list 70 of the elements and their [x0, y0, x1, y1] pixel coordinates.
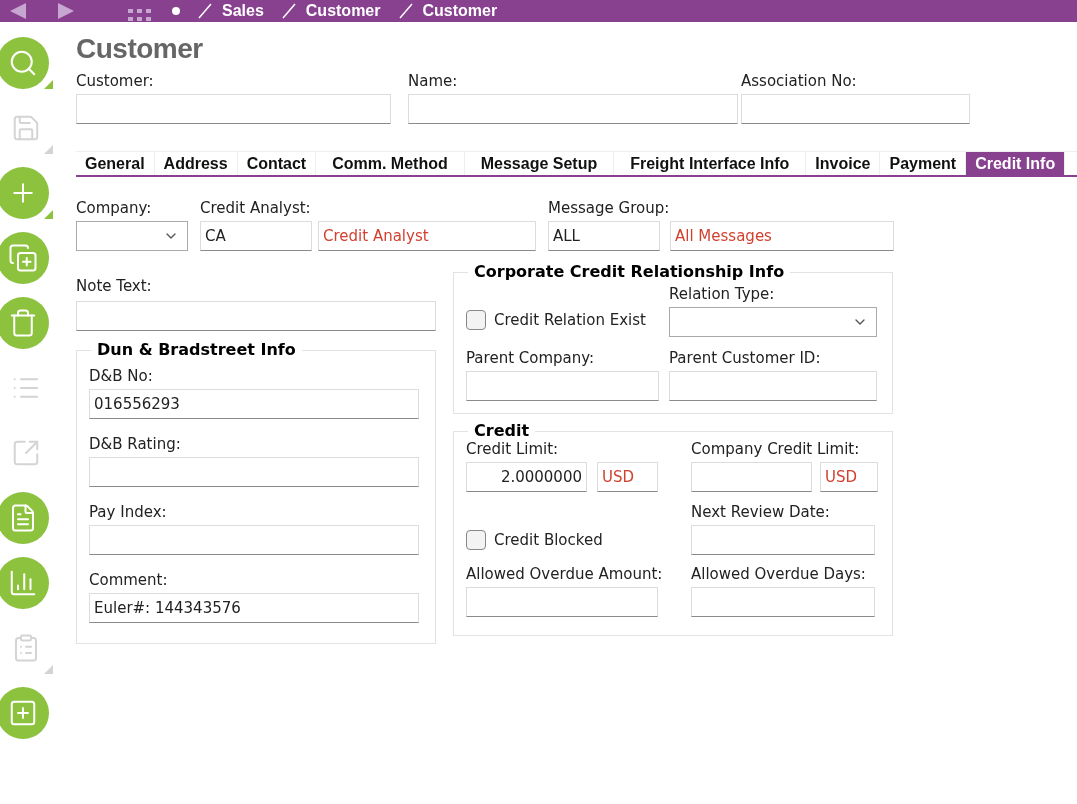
- grid-icon[interactable]: [128, 9, 152, 21]
- text-field[interactable]: [466, 587, 658, 617]
- page-title: Customer: [76, 34, 204, 64]
- separator-icon: [281, 3, 296, 19]
- checkbox-label: Credit Relation Exist: [494, 310, 646, 331]
- field-label: Association No:: [741, 72, 858, 90]
- text-field[interactable]: 2.0000000: [466, 462, 587, 492]
- checkbox[interactable]: [466, 310, 486, 331]
- toolbar-button[interactable]: [0, 36, 49, 89]
- text-field[interactable]: ALL: [548, 221, 660, 251]
- forward-arrow-icon[interactable]: [58, 3, 76, 19]
- text-field[interactable]: All Messages: [670, 221, 894, 251]
- text-field[interactable]: [741, 94, 970, 124]
- back-arrow-icon[interactable]: [8, 3, 26, 19]
- field-label: Company:: [76, 199, 153, 217]
- field-label: D&B No:: [89, 367, 154, 385]
- breadcrumb-link[interactable]: Customer: [422, 0, 498, 23]
- copy-icon: [8, 242, 38, 273]
- section-title: Credit: [473, 422, 531, 440]
- separator-icon: [198, 3, 212, 19]
- field-label: Parent Customer ID:: [669, 349, 822, 367]
- field-label: Company Credit Limit:: [691, 440, 861, 458]
- field-label: Message Group:: [548, 199, 671, 217]
- text-field[interactable]: Euler#: 144343576: [89, 593, 419, 623]
- checkbox-label: Credit Blocked: [494, 530, 603, 551]
- dot-icon: [172, 7, 180, 15]
- section-title: Dun & Bradstreet Info: [96, 341, 297, 359]
- field-label: Allowed Overdue Days:: [691, 565, 867, 583]
- field-label: Customer:: [76, 72, 155, 90]
- field-label: Next Review Date:: [691, 503, 831, 521]
- text-field[interactable]: [691, 587, 875, 617]
- text-field[interactable]: [466, 371, 659, 401]
- toolbar-button[interactable]: [0, 296, 49, 349]
- breadcrumb-link[interactable]: Customer: [305, 0, 381, 23]
- trash-icon: [8, 307, 38, 338]
- text-field[interactable]: [89, 525, 419, 555]
- field-label: Credit Analyst:: [200, 199, 312, 217]
- toolbar-button[interactable]: [0, 556, 49, 609]
- field-label: Name:: [408, 72, 459, 90]
- toolbar-button[interactable]: [0, 166, 49, 219]
- text-field[interactable]: [669, 371, 877, 401]
- field-label: D&B Rating:: [89, 435, 182, 453]
- field-label: Pay Index:: [89, 503, 168, 521]
- field-label: Allowed Overdue Amount:: [466, 565, 664, 583]
- text-field[interactable]: [76, 301, 436, 331]
- text-field[interactable]: [89, 457, 419, 487]
- tab[interactable]: Credit Info: [966, 152, 1066, 175]
- toolbar-button[interactable]: [0, 686, 49, 739]
- breadcrumb-link[interactable]: Sales: [222, 0, 264, 23]
- text-field[interactable]: [76, 94, 391, 124]
- toolbar-button[interactable]: [0, 491, 49, 544]
- field-label: Parent Company:: [466, 349, 596, 367]
- checkbox[interactable]: [466, 530, 486, 551]
- text-field[interactable]: [691, 462, 812, 492]
- field-label: Comment:: [89, 571, 169, 589]
- dropdown-field[interactable]: [669, 307, 877, 337]
- text-field[interactable]: USD: [597, 462, 658, 492]
- text-field[interactable]: [408, 94, 738, 124]
- field-label: Relation Type:: [669, 285, 776, 303]
- separator-icon: [398, 3, 413, 19]
- section-title: Corporate Credit Relationship Info: [473, 263, 786, 281]
- text-field[interactable]: 016556293: [89, 389, 419, 419]
- field-label: Credit Limit:: [466, 440, 560, 458]
- dropdown-field[interactable]: [76, 221, 188, 251]
- field-label: Note Text:: [76, 277, 153, 295]
- text-field[interactable]: Credit Analyst: [318, 221, 536, 251]
- text-field[interactable]: USD: [820, 462, 878, 492]
- text-field[interactable]: CA: [200, 221, 312, 251]
- toolbar-button[interactable]: [0, 231, 49, 284]
- text-field[interactable]: [691, 525, 875, 555]
